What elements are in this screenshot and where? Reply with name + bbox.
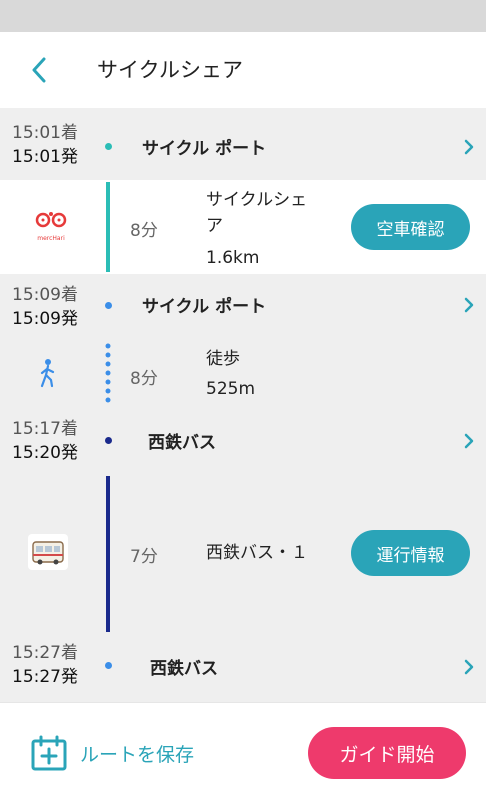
arrival-time: 15:27着 <box>12 643 78 663</box>
segment-name: 徒歩 525m <box>206 346 255 402</box>
arrival-time: 15:01着 <box>12 123 78 143</box>
distance: 1.6km <box>206 248 260 268</box>
bike-route-line <box>106 182 110 272</box>
page-title: サイクルシェア <box>97 58 243 82</box>
departure-time: 15:09発 <box>12 309 78 329</box>
segment-name-line2: ア <box>206 216 223 236</box>
merchari-logo: mercHari <box>28 210 74 244</box>
chevron-right-icon[interactable] <box>462 432 476 450</box>
back-button[interactable] <box>24 52 54 88</box>
stop-name: 西鉄バス <box>148 433 216 453</box>
departure-time: 15:27発 <box>12 667 78 687</box>
distance: 525m <box>206 379 256 399</box>
stop-dot <box>105 662 112 669</box>
arrival-time: 15:17着 <box>12 419 78 439</box>
departure-time: 15:01発 <box>12 147 78 167</box>
bus-route-line <box>106 476 110 632</box>
start-guide-button[interactable]: ガイド開始 <box>308 727 466 779</box>
bus-icon <box>32 541 64 565</box>
stop-row[interactable]: 15:27着 15:27発 西鉄バス <box>0 636 486 702</box>
stop-row[interactable]: 15:17着 15:20発 西鉄バス <box>0 406 486 472</box>
segment-bus: 7分 西鉄バス・１ 運行情報 <box>0 472 486 636</box>
segment-name: 西鉄バス・１ <box>206 543 308 563</box>
segment-name-line1: 徒歩 <box>206 349 240 369</box>
walk-route-dots <box>105 343 111 403</box>
stop-name: サイクル ポート <box>142 297 267 317</box>
chevron-right-icon[interactable] <box>462 658 476 676</box>
chevron-right-icon[interactable] <box>462 138 476 156</box>
stop-name: サイクル ポート <box>142 139 267 159</box>
stop-row[interactable]: 15:09着 15:09発 サイクル ポート <box>0 274 486 338</box>
bike-logo-icon <box>35 212 67 228</box>
segment-name-line1: サイクルシェ <box>206 190 308 210</box>
app-header: サイクルシェア <box>0 32 486 108</box>
duration: 8分 <box>130 221 158 241</box>
segment-walk: 8分 徒歩 525m <box>0 338 486 406</box>
chevron-right-icon[interactable] <box>462 296 476 314</box>
save-route-button[interactable]: ルートを保存 <box>30 733 194 773</box>
stop-row[interactable]: 15:01着 15:01発 サイクル ポート <box>0 108 486 180</box>
check-availability-button[interactable]: 空車確認 <box>351 204 470 250</box>
stop-dot <box>105 437 112 444</box>
departure-time: 15:20発 <box>12 443 78 463</box>
bottom-action-bar: ルートを保存 ガイド開始 <box>0 702 486 800</box>
route-timeline: 15:01着 15:01発 サイクル ポート mercHari 8分 サイクルシ… <box>0 108 486 702</box>
stop-name: 西鉄バス <box>150 659 218 679</box>
segment-name: サイクルシェ ア 1.6km <box>206 187 307 271</box>
logo-text: mercHari <box>37 235 65 242</box>
bus-logo <box>28 534 68 570</box>
chevron-left-icon <box>32 57 46 83</box>
stop-dot <box>105 143 112 150</box>
walk-icon <box>40 359 55 388</box>
duration: 7分 <box>130 547 158 567</box>
segment-bike-share: mercHari 8分 サイクルシェ ア 1.6km 空車確認 <box>0 180 486 274</box>
save-route-label: ルートを保存 <box>80 743 195 766</box>
arrival-time: 15:09着 <box>12 285 78 305</box>
duration: 8分 <box>130 369 158 389</box>
stop-dot <box>105 302 112 309</box>
service-info-button[interactable]: 運行情報 <box>351 530 470 576</box>
status-bar <box>0 0 486 32</box>
calendar-add-icon <box>31 735 67 771</box>
